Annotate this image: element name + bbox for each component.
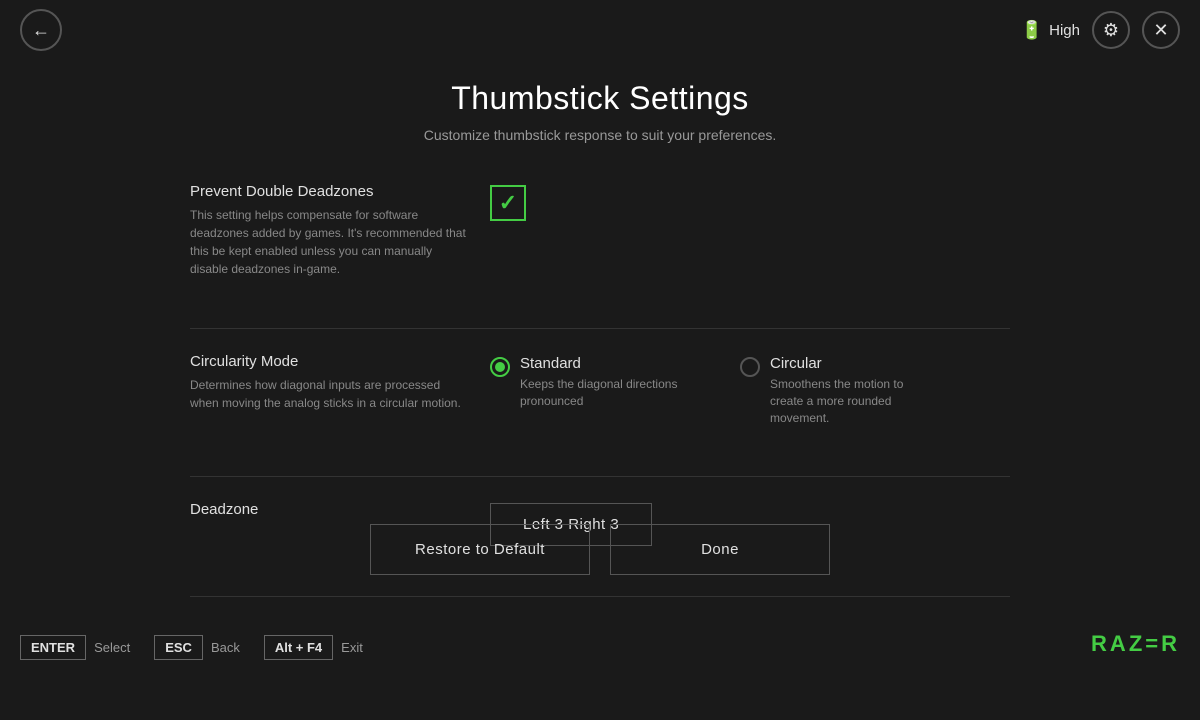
prevent-double-deadzones-checkbox[interactable]: ✓ [490, 185, 526, 221]
restore-default-button[interactable]: Restore to Default [370, 524, 590, 575]
gear-icon: ⚙ [1103, 20, 1119, 41]
enter-key-badge: ENTER [20, 635, 86, 660]
bottom-actions: Restore to Default Done [370, 524, 830, 575]
deadzone-label-area: Deadzone [190, 501, 490, 524]
done-button[interactable]: Done [610, 524, 830, 575]
esc-key-badge: ESC [154, 635, 203, 660]
page-title: Thumbstick Settings [451, 80, 749, 117]
radio-standard-title: Standard [520, 355, 680, 372]
battery-icon: 🔋 [1021, 20, 1043, 41]
enter-key-label: Select [94, 640, 130, 655]
circularity-mode-name: Circularity Mode [190, 353, 490, 370]
razer-logo: RAZ=R [1091, 631, 1180, 657]
radio-circular-title: Circular [770, 355, 930, 372]
circularity-mode-row: Circularity Mode Determines how diagonal… [190, 353, 1010, 446]
circularity-mode-label-area: Circularity Mode Determines how diagonal… [190, 353, 490, 412]
deadzone-name: Deadzone [190, 501, 490, 518]
prevent-double-deadzones-label-area: Prevent Double Deadzones This setting he… [190, 183, 490, 278]
alt-f4-key-label: Exit [341, 640, 363, 655]
battery-area: 🔋 High [1021, 20, 1080, 41]
top-bar: ← 🔋 High ⚙ ✕ [0, 0, 1200, 60]
prevent-double-deadzones-name: Prevent Double Deadzones [190, 183, 490, 200]
prevent-double-deadzones-desc: This setting helps compensate for softwa… [190, 206, 470, 278]
divider-3 [190, 596, 1010, 597]
radio-circular[interactable]: Circular Smoothens the motion to create … [740, 355, 930, 426]
radio-standard-labels: Standard Keeps the diagonal directions p… [520, 355, 680, 410]
alt-f4-key-badge: Alt + F4 [264, 635, 333, 660]
radio-circular-circle [740, 357, 760, 377]
circularity-mode-control: Standard Keeps the diagonal directions p… [490, 353, 1010, 426]
top-right-area: 🔋 High ⚙ ✕ [1021, 11, 1180, 49]
circularity-mode-desc: Determines how diagonal inputs are proce… [190, 376, 470, 412]
esc-key-label: Back [211, 640, 240, 655]
main-content: Thumbstick Settings Customize thumbstick… [0, 60, 1200, 595]
prevent-double-deadzones-control: ✓ [490, 183, 1010, 221]
page-subtitle: Customize thumbstick response to suit yo… [424, 127, 777, 143]
radio-standard-desc: Keeps the diagonal directions pronounced [520, 376, 680, 410]
settings-button[interactable]: ⚙ [1092, 11, 1130, 49]
radio-circular-desc: Smoothens the motion to create a more ro… [770, 376, 930, 426]
back-icon: ← [32, 20, 50, 41]
divider-2 [190, 476, 1010, 477]
close-button[interactable]: ✕ [1142, 11, 1180, 49]
battery-label: High [1049, 22, 1080, 39]
radio-options: Standard Keeps the diagonal directions p… [490, 355, 930, 426]
divider-1 [190, 328, 1010, 329]
close-icon: ✕ [1153, 20, 1168, 41]
radio-circular-labels: Circular Smoothens the motion to create … [770, 355, 930, 426]
radio-standard[interactable]: Standard Keeps the diagonal directions p… [490, 355, 680, 410]
radio-standard-circle [490, 357, 510, 377]
back-button[interactable]: ← [20, 9, 62, 51]
keyboard-shortcuts: ENTER Select ESC Back Alt + F4 Exit [0, 620, 1200, 675]
prevent-double-deadzones-row: Prevent Double Deadzones This setting he… [190, 183, 1010, 298]
checkmark-icon: ✓ [499, 190, 517, 216]
